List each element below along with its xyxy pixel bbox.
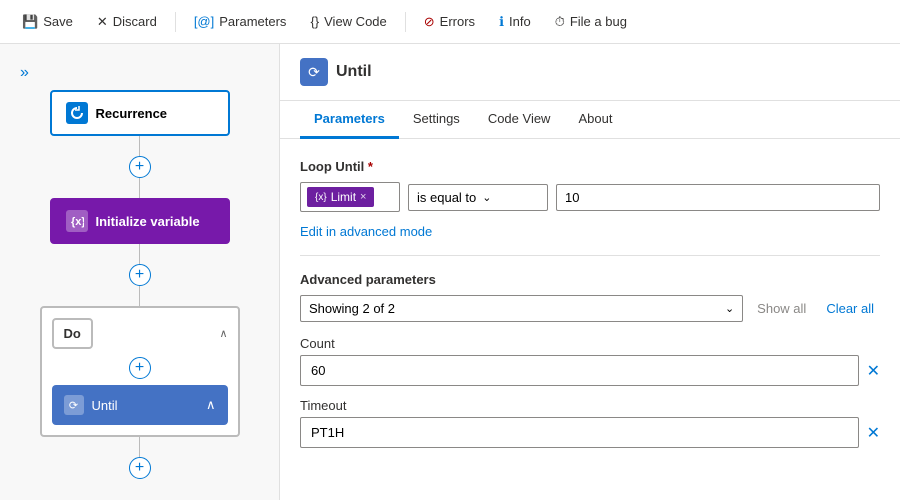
tab-settings[interactable]: Settings xyxy=(399,101,474,139)
main-layout: » Recurrence + {x} Initialize variable + xyxy=(0,44,900,500)
init-var-label: Initialize variable xyxy=(96,214,200,229)
showing-row: Showing 2 of 2 ⌄ Show all Clear all xyxy=(300,295,880,322)
bug-icon: ⏱ xyxy=(555,14,565,30)
recurrence-label: Recurrence xyxy=(96,106,168,121)
parameters-label: Parameters xyxy=(219,14,286,29)
until-in-do-node[interactable]: ⟳ Until ∧ xyxy=(52,385,228,425)
count-input[interactable] xyxy=(300,355,859,386)
save-icon: 💾 xyxy=(22,14,38,30)
view-code-label: View Code xyxy=(324,14,387,29)
save-button[interactable]: 💾 Save xyxy=(12,9,83,35)
condition-chevron-icon: ⌄ xyxy=(482,191,491,204)
separator-2 xyxy=(405,12,406,32)
recurrence-node[interactable]: Recurrence xyxy=(50,90,230,136)
line-5 xyxy=(139,437,140,457)
showing-dropdown[interactable]: Showing 2 of 2 ⌄ xyxy=(300,295,743,322)
toolbar: 💾 Save ✕ Discard [@] Parameters {} View … xyxy=(0,0,900,44)
connector-bottom: + xyxy=(129,437,151,479)
connector-do-inner: + xyxy=(52,357,228,379)
do-chevron-icon: ∧ xyxy=(219,327,227,340)
line-3 xyxy=(139,244,140,264)
show-all-button[interactable]: Show all xyxy=(751,297,812,320)
until-header: ⟳ Until xyxy=(280,44,900,101)
code-icon: {} xyxy=(310,14,319,29)
initvar-icon: {x} xyxy=(66,210,88,232)
view-code-button[interactable]: {} View Code xyxy=(300,9,396,34)
right-panel: ⟳ Until Parameters Settings Code View Ab… xyxy=(280,44,900,500)
do-label[interactable]: Do xyxy=(52,318,93,349)
token-icon: {x} xyxy=(315,192,327,203)
tab-parameters[interactable]: Parameters xyxy=(300,101,399,139)
errors-label: Errors xyxy=(440,14,475,29)
until-inner-icon: ⟳ xyxy=(64,395,84,415)
discard-button[interactable]: ✕ Discard xyxy=(87,9,167,35)
token-label: Limit xyxy=(331,190,356,204)
file-bug-label: File a bug xyxy=(570,14,627,29)
until-icon: ⟳ xyxy=(300,58,328,86)
add-step-bottom[interactable]: + xyxy=(129,457,151,479)
connector-1: + xyxy=(129,136,151,198)
line-1 xyxy=(139,136,140,156)
timeout-label: Timeout xyxy=(300,398,880,413)
condition-dropdown[interactable]: is equal to ⌄ xyxy=(408,184,548,211)
add-step-1[interactable]: + xyxy=(129,156,151,178)
svg-text:{x}: {x} xyxy=(71,216,84,228)
panel-content: Loop Until * {x} Limit × is equal to ⌄ xyxy=(280,139,900,480)
count-clear-button[interactable]: ✕ xyxy=(867,361,880,381)
add-step-2[interactable]: + xyxy=(129,264,151,286)
count-label: Count xyxy=(300,336,880,351)
discard-label: Discard xyxy=(113,14,157,29)
save-label: Save xyxy=(43,14,73,29)
token-remove-button[interactable]: × xyxy=(360,191,366,203)
until-chevron-icon: ∧ xyxy=(206,397,216,413)
showing-text: Showing 2 of 2 xyxy=(309,301,395,316)
tab-code-view[interactable]: Code View xyxy=(474,101,565,139)
file-bug-button[interactable]: ⏱ File a bug xyxy=(545,9,637,35)
token-chip: {x} Limit × xyxy=(307,187,374,207)
required-star: * xyxy=(368,159,373,174)
timeout-input[interactable] xyxy=(300,417,859,448)
edit-advanced-link[interactable]: Edit in advanced mode xyxy=(300,224,432,239)
separator-1 xyxy=(175,12,176,32)
parameters-icon: [@] xyxy=(194,14,214,29)
do-container: Do ∧ + ⟳ Until ∧ xyxy=(40,306,240,437)
info-button[interactable]: ℹ Info xyxy=(489,9,541,35)
condition-value-text: is equal to xyxy=(417,190,476,205)
until-title: Until xyxy=(336,63,372,81)
loop-until-row: {x} Limit × is equal to ⌄ xyxy=(300,182,880,212)
count-input-row: ✕ xyxy=(300,355,880,386)
add-step-do[interactable]: + xyxy=(129,357,151,379)
token-wrapper[interactable]: {x} Limit × xyxy=(300,182,400,212)
count-param-row: Count ✕ xyxy=(300,336,880,386)
errors-button[interactable]: ⊘ Errors xyxy=(414,9,485,35)
discard-icon: ✕ xyxy=(97,14,108,30)
info-icon: ℹ xyxy=(499,14,504,30)
flow-panel: » Recurrence + {x} Initialize variable + xyxy=(0,44,280,500)
condition-value-input[interactable] xyxy=(556,184,880,211)
until-inner-label: Until xyxy=(92,398,118,413)
connector-2: + xyxy=(129,244,151,306)
showing-chevron-icon: ⌄ xyxy=(725,302,734,315)
timeout-input-row: ✕ xyxy=(300,417,880,448)
parameters-button[interactable]: [@] Parameters xyxy=(184,9,297,34)
tabs-bar: Parameters Settings Code View About xyxy=(280,101,900,139)
recurrence-icon xyxy=(66,102,88,124)
expand-arrows-icon[interactable]: » xyxy=(20,64,29,81)
line-2 xyxy=(139,178,140,198)
info-label: Info xyxy=(509,14,531,29)
tab-about[interactable]: About xyxy=(564,101,626,139)
init-variable-node[interactable]: {x} Initialize variable xyxy=(50,198,230,244)
do-header: Do ∧ xyxy=(52,318,228,349)
timeout-param-row: Timeout ✕ xyxy=(300,398,880,448)
errors-icon: ⊘ xyxy=(424,14,435,30)
advanced-params-label: Advanced parameters xyxy=(300,272,880,287)
timeout-clear-button[interactable]: ✕ xyxy=(867,423,880,443)
clear-all-button[interactable]: Clear all xyxy=(820,297,880,320)
divider-1 xyxy=(300,255,880,256)
loop-until-label: Loop Until * xyxy=(300,159,880,174)
line-4 xyxy=(139,286,140,306)
